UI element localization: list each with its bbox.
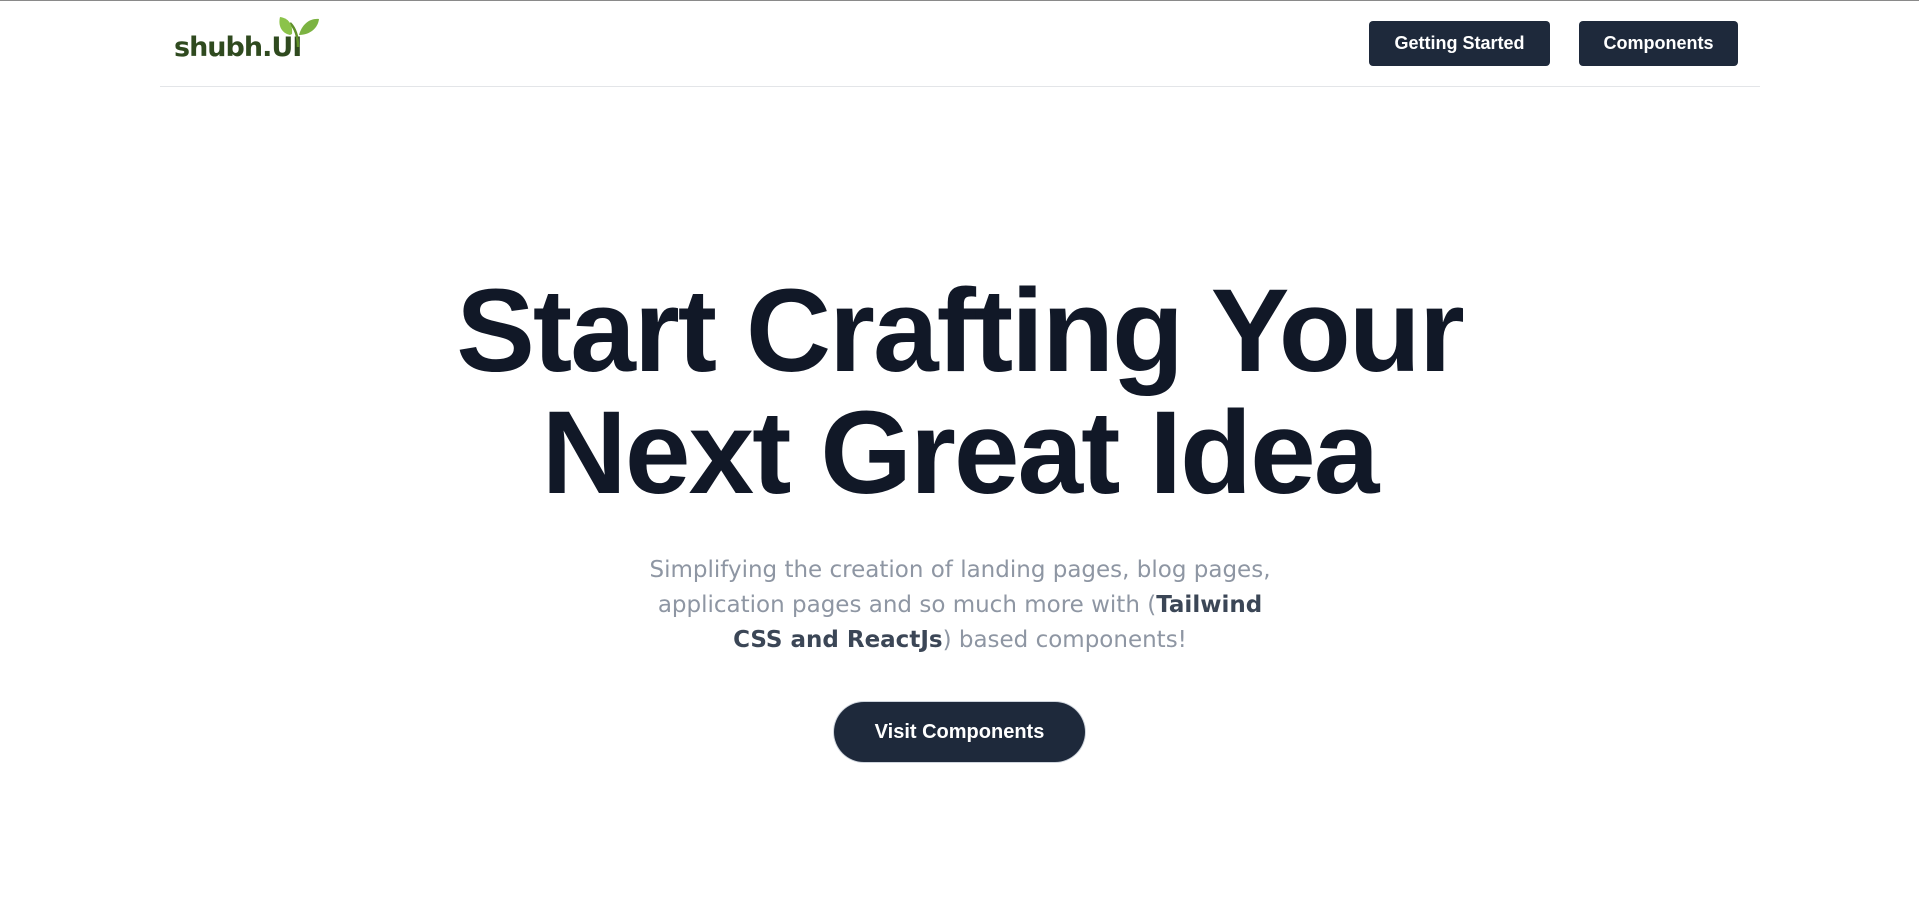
hero-title: Start Crafting Your Next Great Idea <box>0 270 1919 514</box>
navbar: shubh.UI Getting Started Components <box>160 1 1760 87</box>
getting-started-button[interactable]: Getting Started <box>1369 21 1550 66</box>
components-button[interactable]: Components <box>1579 21 1738 66</box>
hero-subtitle: Simplifying the creation of landing page… <box>630 553 1290 658</box>
visit-components-button[interactable]: Visit Components <box>834 702 1085 762</box>
leaf-icon <box>279 17 319 48</box>
hero-title-line-2: Next Great Idea <box>541 387 1380 519</box>
subtitle-text-end: ) based components! <box>942 627 1187 653</box>
logo[interactable]: shubh.UI <box>174 15 324 71</box>
hero-title-line-1: Start Crafting Your <box>456 265 1465 397</box>
